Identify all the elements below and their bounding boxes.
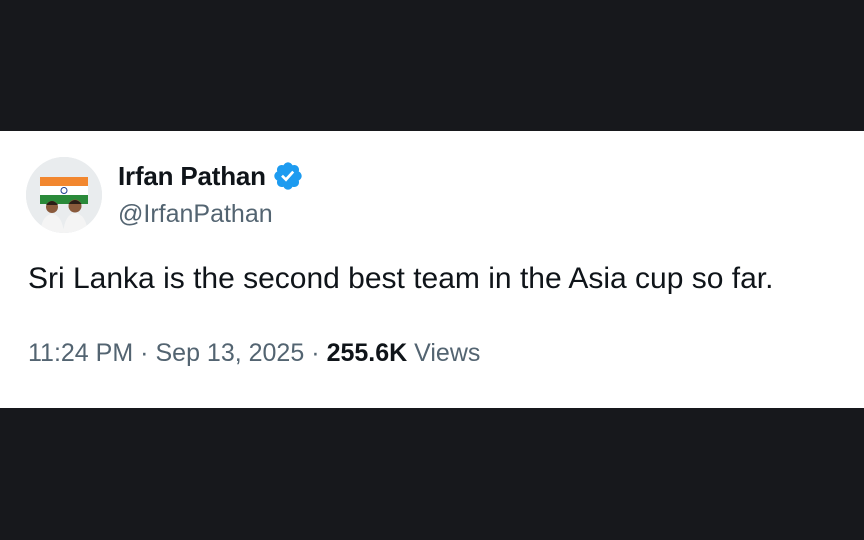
author-handle[interactable]: @IrfanPathan	[118, 200, 273, 229]
tweet-card: Irfan Pathan @IrfanPathan Sri Lanka is t…	[0, 131, 864, 408]
meta-separator: ·	[140, 339, 149, 367]
tweet-date[interactable]: Sep 13, 2025	[155, 339, 304, 367]
avatar-image	[26, 157, 102, 233]
author-display-name[interactable]: Irfan Pathan	[118, 161, 266, 192]
views-count[interactable]: 255.6K	[327, 339, 408, 367]
author-name-row: Irfan Pathan	[118, 159, 304, 193]
top-dark-band	[0, 0, 864, 131]
tweet-meta-row: 11:24 PM · Sep 13, 2025 · 255.6K Views	[28, 339, 480, 368]
tweet-time[interactable]: 11:24 PM	[28, 339, 133, 367]
meta-separator: ·	[311, 339, 320, 367]
views-label[interactable]: Views	[414, 339, 480, 367]
tweet-text: Sri Lanka is the second best team in the…	[28, 262, 774, 295]
author-avatar[interactable]	[26, 157, 102, 233]
bottom-dark-band	[0, 408, 864, 540]
verified-badge-icon[interactable]	[272, 160, 304, 192]
